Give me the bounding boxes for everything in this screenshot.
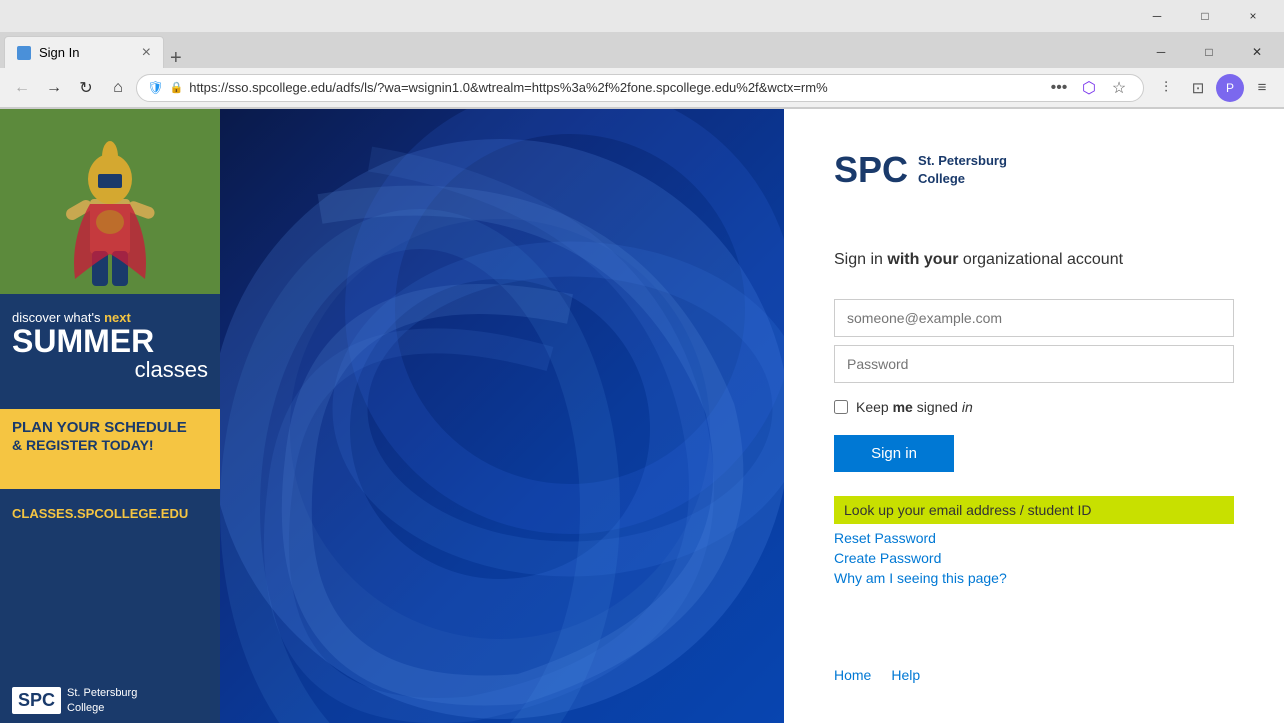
- x-btn[interactable]: ✕: [1234, 36, 1280, 68]
- url-text: CLASSES.SPCOLLEGE.EDU: [12, 506, 188, 521]
- address-text: https://sso.spcollege.edu/adfs/ls/?wa=ws…: [189, 80, 1039, 95]
- back-button[interactable]: ←: [8, 74, 36, 102]
- more-options-button[interactable]: •••: [1045, 74, 1073, 102]
- swirl-decoration: [220, 109, 784, 723]
- window-controls: ─ □ ×: [1134, 0, 1276, 32]
- plan-title: PLAN YOUR SCHEDULE: [12, 419, 208, 437]
- password-input[interactable]: [834, 345, 1234, 383]
- right-login-panel: SPC St. Petersburg College Sign in with …: [784, 109, 1284, 723]
- close-window-button[interactable]: ×: [1230, 0, 1276, 32]
- spc-letters-bottom: SPC: [12, 687, 61, 714]
- footer-home-link[interactable]: Home: [834, 667, 871, 683]
- page-content: discover what's next SUMMER classes PLAN…: [0, 109, 1284, 723]
- title-window-controls: ─ □ ✕: [188, 36, 1280, 68]
- forward-button[interactable]: →: [40, 74, 68, 102]
- lock-icon: 🔒: [170, 81, 184, 94]
- blue-swirl-bg: [220, 109, 784, 723]
- title-bar: ─ □ ×: [0, 0, 1284, 32]
- bookmark-button[interactable]: ☆: [1105, 74, 1133, 102]
- classes-text: classes: [12, 357, 208, 383]
- reset-password-link[interactable]: Reset Password: [834, 530, 1234, 546]
- url-banner: CLASSES.SPCOLLEGE.EDU: [0, 489, 220, 537]
- home-button[interactable]: ⌂: [104, 74, 132, 102]
- pocket-button[interactable]: ⬡: [1075, 74, 1103, 102]
- min-btn[interactable]: ─: [1138, 36, 1184, 68]
- sign-in-title: Sign in with your organizational account: [834, 251, 1234, 269]
- toolbar-right: ⫶ ⊡ P ≡: [1152, 74, 1276, 102]
- tab-label: Sign In: [39, 45, 79, 60]
- page-footer: Home Help: [834, 667, 1234, 683]
- library-button[interactable]: ⫶: [1152, 74, 1180, 102]
- refresh-button[interactable]: ↻: [72, 74, 100, 102]
- why-link[interactable]: Why am I seeing this page?: [834, 570, 1234, 586]
- mascot-area: [0, 109, 220, 294]
- create-password-link[interactable]: Create Password: [834, 550, 1234, 566]
- keep-signed-label: Keep me signed in: [856, 399, 973, 415]
- spc-logo-bottom: SPC St. Petersburg College: [12, 686, 137, 715]
- minimize-button[interactable]: ─: [1134, 0, 1180, 32]
- shield-icon: 🛡: [147, 80, 164, 96]
- summer-title: SUMMER: [12, 325, 208, 357]
- lookup-link[interactable]: Look up your email address / student ID: [834, 496, 1234, 524]
- left-panel: discover what's next SUMMER classes PLAN…: [0, 109, 784, 723]
- footer-help-link[interactable]: Help: [891, 667, 920, 683]
- address-actions: ••• ⬡ ☆: [1045, 74, 1133, 102]
- address-bar: ← → ↻ ⌂ 🛡 🔒 https://sso.spcollege.edu/ad…: [0, 68, 1284, 108]
- active-tab[interactable]: Sign In ×: [4, 36, 164, 68]
- bottom-logo-area: SPC St. Petersburg College: [0, 537, 220, 723]
- tab-favicon: [17, 46, 31, 60]
- keep-signed-checkbox[interactable]: [834, 400, 848, 414]
- menu-button[interactable]: ≡: [1248, 74, 1276, 102]
- keep-signed-row: Keep me signed in: [834, 399, 1234, 415]
- mascot-icon: [40, 119, 180, 294]
- sign-in-button[interactable]: Sign in: [834, 435, 954, 472]
- summer-banner: discover what's next SUMMER classes: [0, 294, 220, 409]
- sidebar-button[interactable]: ⊡: [1184, 74, 1212, 102]
- register-title: & REGISTER TODAY!: [12, 437, 208, 453]
- new-tab-button[interactable]: +: [164, 48, 188, 68]
- spc-logo-top: SPC St. Petersburg College: [834, 149, 1234, 191]
- spc-full-name: St. Petersburg College: [918, 152, 1007, 188]
- spc-letters-top: SPC: [834, 149, 908, 191]
- email-input[interactable]: [834, 299, 1234, 337]
- address-field[interactable]: 🛡 🔒 https://sso.spcollege.edu/adfs/ls/?w…: [136, 74, 1144, 102]
- maximize-button[interactable]: □: [1182, 0, 1228, 32]
- tab-bar: Sign In × + ─ □ ✕: [0, 32, 1284, 68]
- spc-name-bottom: St. Petersburg College: [67, 686, 137, 715]
- max-btn[interactable]: □: [1186, 36, 1232, 68]
- plan-banner: PLAN YOUR SCHEDULE & REGISTER TODAY!: [0, 409, 220, 489]
- profile-button[interactable]: P: [1216, 74, 1244, 102]
- tab-close-button[interactable]: ×: [142, 45, 151, 61]
- left-sidebar: discover what's next SUMMER classes PLAN…: [0, 109, 220, 723]
